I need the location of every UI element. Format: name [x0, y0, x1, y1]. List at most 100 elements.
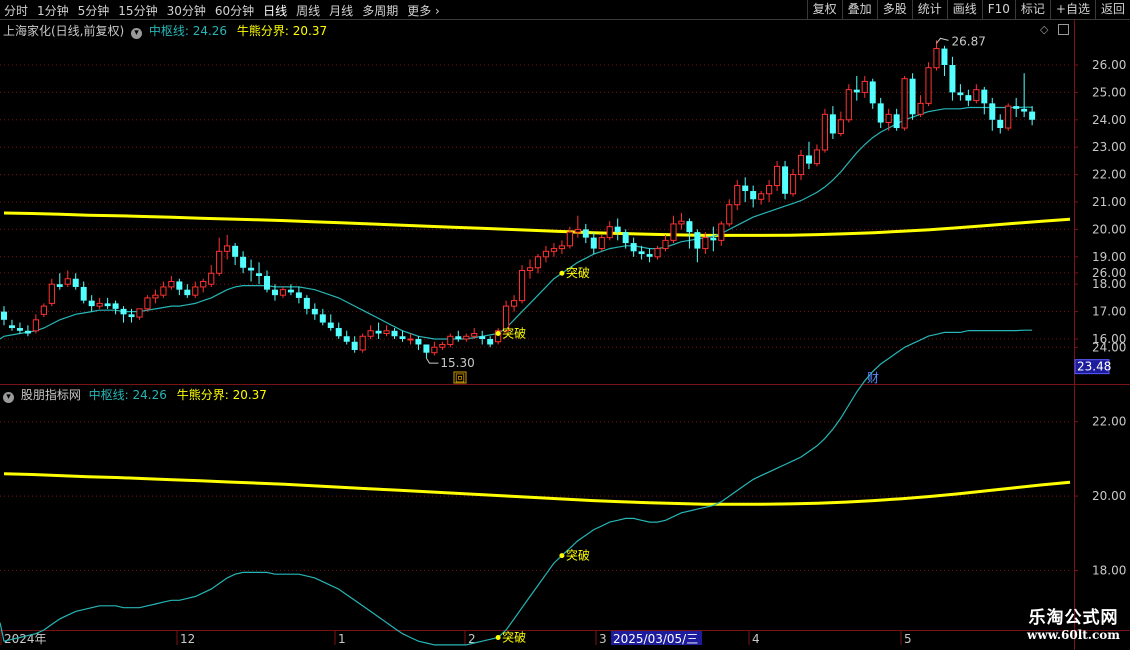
- candle-body: [941, 48, 948, 65]
- candle-body: [343, 336, 350, 342]
- candle-body: [479, 336, 486, 339]
- time-label: 1: [338, 632, 346, 646]
- candle-body: [813, 149, 821, 165]
- main-bull-bear-line: [3, 211, 1071, 237]
- candle-body: [869, 81, 876, 104]
- candle-body: [646, 254, 653, 257]
- candle-body: [327, 322, 334, 329]
- candle-body: [224, 245, 231, 252]
- candle-body: [391, 330, 398, 337]
- candle-body: [240, 256, 247, 268]
- candle-body: [670, 223, 677, 241]
- candle-body: [375, 330, 382, 334]
- candle-body: [965, 95, 972, 101]
- candle-body: [335, 328, 342, 337]
- candle-body: [566, 231, 573, 247]
- candle-body: [917, 102, 924, 115]
- candle-body: [176, 281, 183, 290]
- candle-body: [248, 267, 255, 271]
- candle-body: [686, 221, 693, 233]
- candle-body: [431, 346, 438, 354]
- candle-body: [861, 80, 868, 93]
- candle-body: [853, 89, 860, 93]
- candle-body: [622, 232, 629, 244]
- time-label: 2024年: [4, 632, 47, 646]
- sub-tick-label: 26.00: [1092, 266, 1126, 280]
- main-breakthrough-label: 突破: [566, 265, 590, 280]
- candle-body: [1, 311, 7, 320]
- candle-body: [773, 165, 781, 187]
- candle-body: [311, 308, 318, 315]
- sub-breakthrough-label: 突破: [502, 629, 526, 644]
- watermark-url: www.60lt.com: [1027, 628, 1120, 642]
- candle-body: [367, 330, 374, 337]
- candle-body: [192, 286, 199, 296]
- watermark: 乐淘公式网 www.60lt.com: [1027, 603, 1120, 642]
- candle-body: [909, 78, 916, 115]
- candle-body: [407, 338, 414, 341]
- candle-body: [1005, 105, 1012, 129]
- time-label: 12: [180, 632, 195, 646]
- candle-body: [1029, 111, 1036, 120]
- candle-body: [989, 103, 996, 120]
- candle-body: [144, 297, 151, 310]
- current-value-label: 23.48: [1077, 360, 1111, 374]
- candle-body: [208, 272, 215, 285]
- candle-body: [750, 191, 757, 200]
- candle-body: [184, 289, 191, 296]
- candle-body: [88, 300, 95, 307]
- candle-body: [933, 48, 940, 69]
- candle-body: [72, 278, 79, 287]
- candle-body: [1021, 108, 1028, 112]
- candle-body: [630, 243, 637, 252]
- sub-tick-label: 20.00: [1092, 489, 1126, 503]
- candle-body: [168, 280, 175, 288]
- chart-canvas[interactable]: 16.0017.0018.0019.0020.0021.0022.0023.00…: [0, 0, 1130, 650]
- candle-body: [8, 325, 15, 329]
- candle-body: [973, 89, 980, 102]
- hui-marker: 回: [455, 373, 465, 385]
- main-tick-label: 21.00: [1092, 195, 1126, 209]
- candle-body: [702, 237, 709, 250]
- candle-body: [694, 232, 701, 249]
- candle-body: [782, 166, 789, 194]
- candle-body: [534, 256, 542, 269]
- candle-body: [319, 314, 326, 323]
- cursor-date-label: 2025/03/05/三: [613, 632, 698, 646]
- main-tick-label: 17.00: [1092, 305, 1126, 319]
- candle-body: [614, 226, 621, 233]
- candle-body: [981, 89, 988, 104]
- time-label: 3: [599, 632, 607, 646]
- candle-body: [216, 250, 223, 274]
- candle-body: [789, 174, 797, 195]
- candle-body: [487, 339, 494, 345]
- candle-body: [295, 292, 302, 298]
- sub-tick-label: 22.00: [1092, 415, 1126, 429]
- sub-bull-bear-line: [3, 472, 1071, 506]
- candle-body: [997, 119, 1004, 129]
- candle-body: [40, 305, 47, 315]
- sub-tick-label: 18.00: [1092, 564, 1126, 578]
- candle-body: [901, 78, 908, 129]
- main-breakthrough-dot: [495, 331, 501, 337]
- candle-body: [48, 283, 55, 304]
- low-label: 15.30: [440, 356, 474, 370]
- candle-body: [550, 248, 558, 252]
- candle-body: [32, 319, 39, 332]
- candle-body: [654, 248, 661, 258]
- candle-body: [574, 228, 581, 233]
- candle-body: [957, 92, 964, 96]
- candle-body: [24, 330, 31, 334]
- candle-body: [845, 89, 852, 121]
- candle-body: [766, 185, 773, 195]
- main-tick-label: 24.00: [1092, 113, 1126, 127]
- candle-body: [160, 286, 167, 296]
- candle-body: [598, 237, 605, 250]
- sub-breakthrough-dot: [559, 553, 565, 559]
- time-label: 5: [904, 632, 912, 646]
- candle-body: [542, 250, 550, 258]
- main-tick-label: 23.00: [1092, 140, 1126, 154]
- candle-body: [64, 278, 71, 285]
- candle-body: [80, 286, 87, 301]
- sub-breakthrough-dot: [495, 634, 501, 640]
